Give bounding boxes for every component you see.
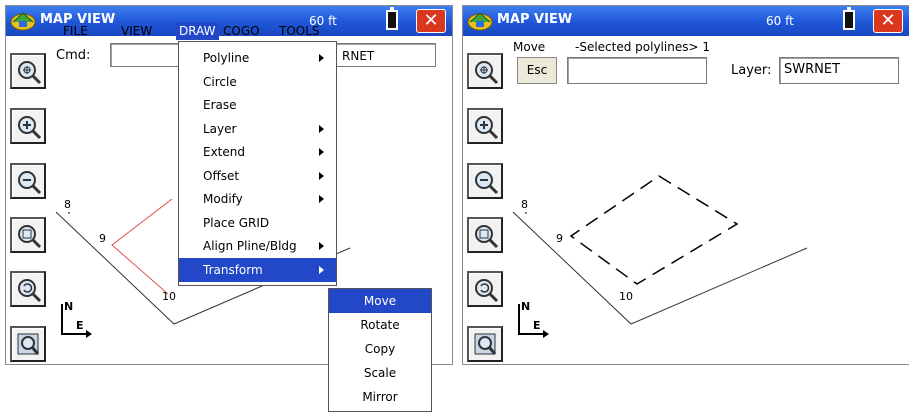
zoom-window-button[interactable] (10, 217, 46, 253)
zoom-previous-button[interactable] (467, 271, 503, 307)
zoom-realtime-button[interactable] (467, 326, 503, 362)
zoom-extents-icon (18, 61, 42, 85)
map-view-window-right: MAP VIEW 60 ft ✕ 8 9 10 N E Move -Select… (462, 5, 909, 365)
cmd-label: Cmd: (56, 48, 91, 63)
existing-polyline (512, 211, 808, 325)
draw-menu-dropdown: Polyline Circle Erase Layer Extend Offse… (178, 41, 337, 286)
command-input[interactable] (567, 57, 707, 84)
submenu-arrow-icon (319, 54, 324, 62)
app-logo-icon (467, 12, 493, 31)
zoom-extents-icon (475, 61, 499, 85)
zoom-out-icon (18, 171, 42, 195)
submenu-arrow-icon (319, 242, 324, 250)
map-canvas[interactable]: 8 9 10 N E (509, 36, 909, 364)
east-label: E (533, 319, 541, 332)
menu-item-place-grid[interactable]: Place GRID (179, 211, 336, 235)
submenu-item-move[interactable]: Move (329, 289, 431, 313)
submenu-item-scale[interactable]: Scale (329, 361, 431, 385)
menu-tools[interactable]: TOOLS (276, 23, 323, 40)
zoom-previous-icon (18, 279, 42, 303)
east-arrow-icon (543, 330, 549, 338)
layer-value: RNET (342, 49, 375, 63)
map-drawing (512, 175, 808, 338)
menu-item-offset[interactable]: Offset (179, 164, 336, 188)
zoom-previous-icon (475, 279, 499, 303)
zoom-toolbar (463, 36, 509, 364)
zoom-window-button[interactable] (467, 217, 503, 253)
layer-value: SWRNET (784, 62, 841, 77)
north-label: N (64, 300, 74, 313)
point-label: 10 (619, 290, 633, 303)
command-name: Move (513, 40, 546, 54)
battery-icon (843, 7, 855, 30)
east-label: E (76, 319, 84, 332)
zoom-previous-button[interactable] (10, 271, 46, 307)
zoom-in-button[interactable] (467, 108, 503, 144)
esc-button[interactable]: Esc (517, 57, 557, 84)
command-prompt: -Selected polylines> 1 (575, 40, 710, 54)
title-bar: MAP VIEW 60 ft ✕ (463, 6, 909, 36)
submenu-arrow-icon (319, 148, 324, 156)
zoom-extents-button[interactable] (10, 53, 46, 89)
submenu-arrow-icon (319, 266, 324, 274)
scale-readout[interactable]: 60 ft (766, 14, 794, 28)
submenu-item-copy[interactable]: Copy (329, 337, 431, 361)
battery-icon (386, 7, 398, 30)
submenu-arrow-icon (319, 172, 324, 180)
zoom-in-icon (475, 116, 499, 140)
zoom-realtime-icon (474, 333, 497, 355)
point-label: 9 (556, 232, 563, 245)
menu-item-align-pline-bldg[interactable]: Align Pline/Bldg (179, 234, 336, 258)
zoom-out-icon (475, 171, 499, 195)
north-label: N (521, 300, 531, 313)
menu-file[interactable]: FILE (60, 23, 91, 40)
menu-item-circle[interactable]: Circle (179, 70, 336, 94)
transform-submenu: Move Rotate Copy Scale Mirror (328, 288, 432, 412)
zoom-extents-button[interactable] (467, 53, 503, 89)
app-logo-icon (10, 12, 36, 31)
point-label: 8 (521, 198, 528, 211)
zoom-realtime-icon (17, 333, 40, 355)
zoom-window-icon (18, 225, 42, 249)
close-button[interactable]: ✕ (873, 9, 903, 33)
point-label: 9 (99, 232, 106, 245)
menu-draw[interactable]: DRAW (176, 23, 219, 40)
submenu-item-rotate[interactable]: Rotate (329, 313, 431, 337)
zoom-in-icon (18, 116, 42, 140)
moving-polyline-preview (569, 175, 739, 285)
menu-item-transform[interactable]: Transform (179, 258, 336, 282)
menu-item-erase[interactable]: Erase (179, 93, 336, 117)
menu-item-polyline[interactable]: Polyline (179, 46, 336, 70)
close-button[interactable]: ✕ (416, 9, 446, 33)
zoom-window-icon (475, 225, 499, 249)
layer-field[interactable]: SWRNET (779, 57, 899, 84)
menu-item-extend[interactable]: Extend (179, 140, 336, 164)
menu-item-modify[interactable]: Modify (179, 187, 336, 211)
east-arrow-icon (86, 330, 92, 338)
submenu-arrow-icon (319, 125, 324, 133)
submenu-arrow-icon (319, 195, 324, 203)
zoom-in-button[interactable] (10, 108, 46, 144)
point-label: 8 (64, 198, 71, 211)
zoom-toolbar (6, 36, 52, 364)
menu-item-layer[interactable]: Layer (179, 117, 336, 141)
layer-label: Layer: (731, 63, 772, 78)
point-label: 10 (162, 290, 176, 303)
selected-polyline[interactable] (111, 198, 173, 295)
submenu-item-mirror[interactable]: Mirror (329, 385, 431, 409)
zoom-out-button[interactable] (10, 163, 46, 199)
window-title: MAP VIEW (497, 12, 573, 27)
menu-cogo[interactable]: COGO (220, 23, 263, 40)
menu-view[interactable]: VIEW (118, 23, 155, 40)
zoom-out-button[interactable] (467, 163, 503, 199)
zoom-realtime-button[interactable] (10, 326, 46, 362)
